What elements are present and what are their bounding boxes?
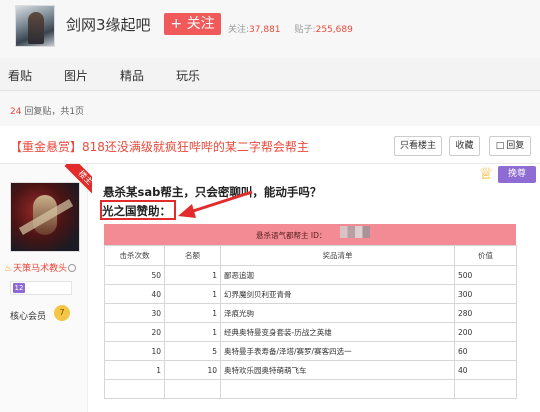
- followers-label: 关注:: [228, 25, 250, 35]
- cell-kills: 10: [104, 341, 165, 361]
- level-badge: 12: [13, 283, 25, 293]
- cell-kills: [104, 379, 165, 399]
- col-value: 价值: [454, 245, 517, 266]
- op-ribbon-label: 楼主: [64, 164, 92, 196]
- table-row: [104, 379, 517, 399]
- reply-summary-bar: 24 回复贴，共1页: [0, 91, 540, 126]
- op-ribbon: 楼主: [60, 164, 92, 196]
- cell-prize: [220, 379, 455, 399]
- crown-icon: ♕: [478, 164, 494, 183]
- cell-prize: 幻界魔剑贝利亚青骨: [220, 284, 455, 304]
- thread-title: 【重金悬赏】818还没满级就疯狂哔哔的某二字帮会帮主: [10, 140, 309, 154]
- reply-text: 回复贴，共1页: [24, 107, 85, 117]
- cell-quota: 1: [164, 303, 221, 323]
- cell-prize: 泽痕光驹: [220, 303, 455, 323]
- only-op-button[interactable]: 只看楼主: [394, 136, 442, 156]
- reply-summary: 24 回复贴，共1页: [10, 104, 84, 117]
- cell-kills: 30: [104, 303, 165, 323]
- cell-quota: 1: [164, 322, 221, 342]
- cell-value: [454, 379, 517, 399]
- cell-value: 40: [454, 360, 517, 380]
- annotation-highlight-box: [100, 200, 176, 220]
- cell-quota: 1: [164, 265, 221, 285]
- cell-value: 500: [454, 265, 517, 285]
- cell-prize: 奥特曼手表寿备/泽塔/赛罗/赛客四选一: [220, 341, 455, 361]
- cell-quota: [164, 379, 221, 399]
- forum-tabs: 看贴 图片 精品 玩乐: [0, 58, 540, 91]
- reply-button-label: 回复: [506, 141, 525, 151]
- reply-button[interactable]: □ 回复: [489, 136, 531, 156]
- author-name-text: 天策马术教头: [13, 264, 68, 274]
- tab-images[interactable]: 图片: [64, 67, 88, 84]
- table-row: 10 5 奥特曼手表寿备/泽塔/赛罗/赛客四选一 60: [104, 341, 517, 361]
- tab-fun[interactable]: 玩乐: [176, 67, 200, 84]
- prize-table: 击杀次数 名额 奖品清单 价值 50 1 鄙恶追迦 500 40 1 幻界魔剑贝…: [104, 245, 517, 399]
- member-level-badge: 7: [54, 305, 70, 321]
- post-badge-area: ♕ 挽尊: [476, 164, 536, 186]
- member-label: 核心会员: [10, 312, 47, 322]
- halo-icon: [68, 264, 77, 272]
- cell-kills: 40: [104, 284, 165, 304]
- col-quota: 名额: [164, 245, 221, 266]
- table-row: 20 1 经典奥特曼变身套装-历战之英雄 200: [104, 322, 517, 342]
- reply-icon: □: [495, 141, 505, 151]
- followers-count: 37,881: [249, 25, 281, 35]
- tab-featured[interactable]: 精品: [120, 67, 144, 84]
- table-row: 1 10 奥特欢乐园奥特萌萌飞车 40: [104, 360, 517, 380]
- cell-quota: 10: [164, 360, 221, 380]
- author-panel: ♨天策马术教头 12 核心会员 7: [0, 164, 88, 412]
- table-row: 50 1 鄙恶追迦 500: [104, 265, 517, 285]
- cell-value: 280: [454, 303, 517, 323]
- cell-kills: 20: [104, 322, 165, 342]
- prize-table-header: 悬杀语气都帮主 ID：: [104, 224, 516, 245]
- table-row: 30 1 泽痕光驹 280: [104, 303, 517, 323]
- forum-header: 剑网3缘起吧 + 关注 关注:37,881 贴子:255,689: [0, 0, 540, 58]
- author-level-bar: 12: [10, 281, 72, 295]
- flame-icon: ♨: [4, 264, 13, 274]
- prize-table-header-text: 悬杀语气都帮主 ID：: [256, 231, 327, 240]
- favorite-button[interactable]: 收藏: [449, 136, 480, 156]
- forum-stats: 关注:37,881 贴子:255,689: [228, 22, 353, 35]
- forum-name[interactable]: 剑网3缘起吧: [66, 14, 151, 35]
- cell-quota: 1: [164, 284, 221, 304]
- tab-posts[interactable]: 看贴: [8, 67, 32, 84]
- promote-button[interactable]: 挽尊: [498, 166, 536, 183]
- cell-value: 60: [454, 341, 517, 361]
- reply-count: 24: [10, 107, 22, 117]
- cell-value: 200: [454, 322, 517, 342]
- cell-prize: 经典奥特曼变身套装-历战之英雄: [220, 322, 455, 342]
- cell-kills: 50: [104, 265, 165, 285]
- forum-avatar[interactable]: [15, 5, 55, 47]
- cell-value: 300: [454, 284, 517, 304]
- posts-count: 255,689: [315, 25, 353, 35]
- censored-mosaic: [340, 226, 370, 238]
- thread-title-bar: 【重金悬赏】818还没满级就疯狂哔哔的某二字帮会帮主 只看楼主 收藏 □ 回复: [0, 126, 540, 164]
- cell-quota: 5: [164, 341, 221, 361]
- posts-label: 贴子:: [294, 25, 316, 35]
- arrow-annotation: [178, 190, 253, 218]
- follow-button[interactable]: + 关注: [164, 13, 221, 35]
- author-name[interactable]: ♨天策马术教头: [4, 261, 77, 274]
- prize-table-columns: 击杀次数 名额 奖品清单 价值: [104, 245, 517, 266]
- col-kills: 击杀次数: [104, 245, 165, 266]
- cell-prize: 鄙恶追迦: [220, 265, 455, 285]
- cell-prize: 奥特欢乐园奥特萌萌飞车: [220, 360, 455, 380]
- col-prize: 奖品清单: [220, 245, 455, 266]
- table-row: 40 1 幻界魔剑贝利亚青骨 300: [104, 284, 517, 304]
- cell-kills: 1: [104, 360, 165, 380]
